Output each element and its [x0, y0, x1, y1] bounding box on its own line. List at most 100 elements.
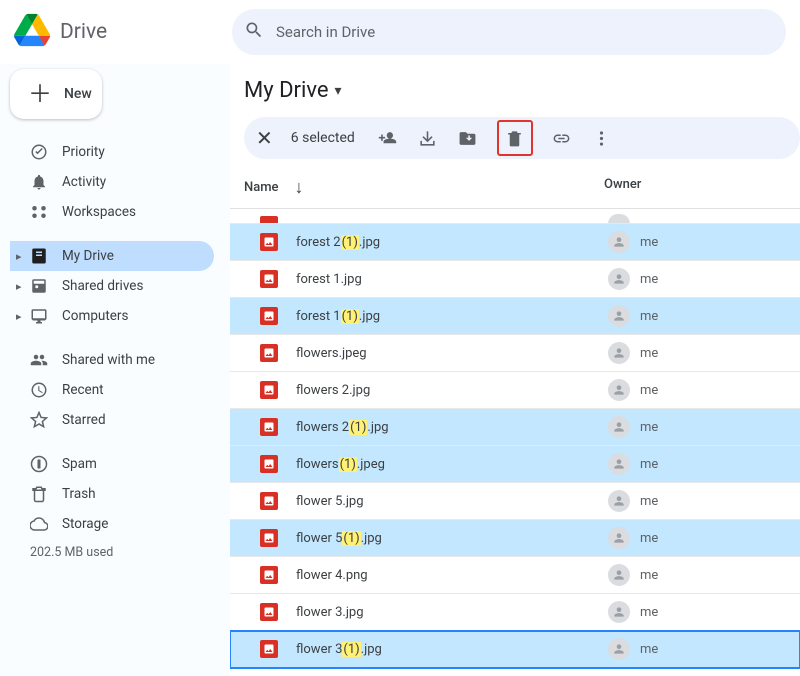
folder-move-icon	[458, 129, 477, 148]
avatar-icon	[608, 564, 630, 586]
sidebar-item-priority[interactable]: Priority	[10, 137, 214, 167]
avatar-icon	[608, 601, 630, 623]
file-row[interactable]: flowers.jpegme	[230, 335, 800, 372]
caret-down-icon: ▾	[335, 83, 342, 99]
image-file-icon	[260, 270, 278, 288]
chevron-right-icon: ▸	[16, 310, 22, 323]
main-content: My Drive ▾ ✕ 6 selected Name ↓ Owner for…	[230, 64, 800, 676]
image-file-icon	[260, 418, 278, 436]
file-owner: me	[608, 490, 658, 512]
plus-icon: ＋	[28, 82, 52, 106]
file-owner: me	[608, 305, 658, 327]
sidebar-item-computers[interactable]: ▸ Computers	[10, 301, 214, 331]
image-file-icon	[260, 603, 278, 621]
check-circle-icon	[30, 143, 48, 161]
image-file-icon	[260, 307, 278, 325]
file-owner: me	[608, 564, 658, 586]
image-file-icon	[260, 455, 278, 473]
workspaces-icon	[30, 203, 48, 221]
file-row[interactable]: flower 3 (1).jpgme	[230, 631, 800, 668]
search-bar[interactable]	[232, 9, 786, 55]
link-icon	[552, 129, 571, 148]
image-file-icon	[260, 492, 278, 510]
avatar-icon	[608, 342, 630, 364]
image-file-icon	[260, 381, 278, 399]
folder-title[interactable]: My Drive ▾	[230, 64, 800, 117]
file-owner: me	[608, 638, 658, 660]
spam-icon	[30, 455, 48, 473]
file-row-partial	[230, 209, 800, 224]
column-headers: Name ↓ Owner	[230, 171, 800, 209]
share-button[interactable]	[377, 127, 399, 149]
trash-icon	[505, 129, 524, 148]
sidebar-item-storage[interactable]: Storage	[10, 509, 214, 539]
sidebar-item-my-drive[interactable]: ▸ My Drive	[10, 241, 214, 271]
file-owner: me	[608, 379, 658, 401]
file-name: forest 2 (1).jpg	[296, 235, 608, 250]
computer-icon	[30, 307, 48, 325]
clear-selection-button[interactable]: ✕	[256, 128, 273, 148]
file-row[interactable]: flowers 2 (1).jpgme	[230, 409, 800, 446]
file-name: flower 4.png	[296, 568, 608, 583]
search-input[interactable]	[276, 23, 774, 41]
chevron-right-icon: ▸	[16, 250, 22, 263]
sidebar-item-shared-with-me[interactable]: Shared with me	[10, 345, 214, 375]
file-name: flowers 2.jpg	[296, 383, 608, 398]
avatar-icon	[608, 305, 630, 327]
image-file-icon	[260, 529, 278, 547]
file-name: flower 5.jpg	[296, 494, 608, 509]
avatar-icon	[608, 527, 630, 549]
file-row[interactable]: flower 5.jpgme	[230, 483, 800, 520]
file-name: flowers.jpeg	[296, 346, 608, 361]
file-row[interactable]: forest 1 (1).jpgme	[230, 298, 800, 335]
file-name: forest 1.jpg	[296, 272, 608, 287]
file-row[interactable]: flowers 2.jpgme	[230, 372, 800, 409]
sidebar: ＋ New Priority Activity Workspaces ▸ My …	[0, 64, 230, 676]
avatar-icon	[608, 490, 630, 512]
sidebar-item-spam[interactable]: Spam	[10, 449, 214, 479]
drive-logo-icon	[14, 12, 50, 52]
sidebar-item-starred[interactable]: Starred	[10, 405, 214, 435]
clock-icon	[30, 381, 48, 399]
sidebar-item-workspaces[interactable]: Workspaces	[10, 197, 214, 227]
file-owner: me	[608, 268, 658, 290]
file-name: forest 1 (1).jpg	[296, 309, 608, 324]
person-add-icon	[378, 129, 397, 148]
download-button[interactable]	[417, 127, 439, 149]
image-file-icon	[260, 344, 278, 362]
more-button[interactable]	[591, 127, 613, 149]
file-owner: me	[608, 601, 658, 623]
star-icon	[30, 411, 48, 429]
avatar-icon	[608, 416, 630, 438]
file-row[interactable]: forest 2 (1).jpgme	[230, 224, 800, 261]
trash-icon	[30, 485, 48, 503]
image-file-icon	[260, 640, 278, 658]
move-button[interactable]	[457, 127, 479, 149]
sidebar-item-trash[interactable]: Trash	[10, 479, 214, 509]
download-icon	[418, 129, 437, 148]
delete-button[interactable]	[497, 120, 533, 156]
file-owner: me	[608, 342, 658, 364]
column-name-header[interactable]: Name ↓	[244, 177, 604, 198]
file-owner: me	[608, 453, 658, 475]
file-row[interactable]: flower 5 (1).jpgme	[230, 520, 800, 557]
link-button[interactable]	[551, 127, 573, 149]
file-row[interactable]: flowers (1).jpegme	[230, 446, 800, 483]
new-button-label: New	[64, 86, 92, 102]
sidebar-item-shared-drives[interactable]: ▸ Shared drives	[10, 271, 214, 301]
file-row[interactable]: forest 1.jpgme	[230, 261, 800, 298]
selection-toolbar: ✕ 6 selected	[244, 117, 800, 159]
avatar-icon	[608, 379, 630, 401]
bell-icon	[30, 173, 48, 191]
shared-drives-icon	[30, 277, 48, 295]
sort-arrow-down-icon: ↓	[295, 177, 304, 198]
file-row[interactable]: flower 3.jpgme	[230, 594, 800, 631]
drive-icon	[30, 247, 48, 265]
sidebar-item-recent[interactable]: Recent	[10, 375, 214, 405]
new-button[interactable]: ＋ New	[10, 69, 102, 119]
column-owner-header[interactable]: Owner	[604, 177, 641, 198]
file-owner: me	[608, 416, 658, 438]
file-row[interactable]: flower 4.pngme	[230, 557, 800, 594]
sidebar-item-activity[interactable]: Activity	[10, 167, 214, 197]
file-name: flower 3 (1).jpg	[296, 642, 608, 657]
